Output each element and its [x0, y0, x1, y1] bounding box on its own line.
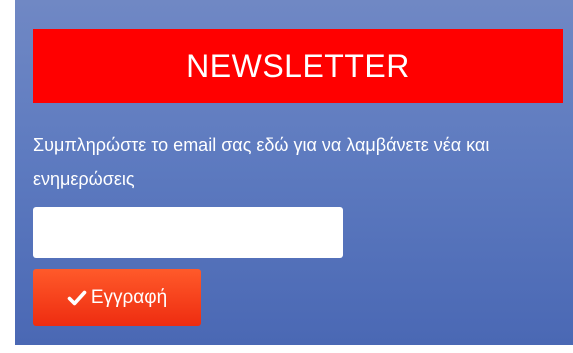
- subscribe-button[interactable]: Εγγραφή: [33, 269, 201, 326]
- newsletter-widget: NEWSLETTER Συμπληρώστε το email σας εδώ …: [15, 0, 573, 345]
- newsletter-title: NEWSLETTER: [186, 47, 410, 84]
- newsletter-banner: NEWSLETTER: [33, 29, 563, 103]
- newsletter-description: Συμπληρώστε το email σας εδώ για να λαμβ…: [33, 135, 490, 189]
- check-icon: [67, 288, 87, 308]
- email-field[interactable]: [33, 207, 343, 258]
- subscribe-button-label: Εγγραφή: [90, 286, 168, 308]
